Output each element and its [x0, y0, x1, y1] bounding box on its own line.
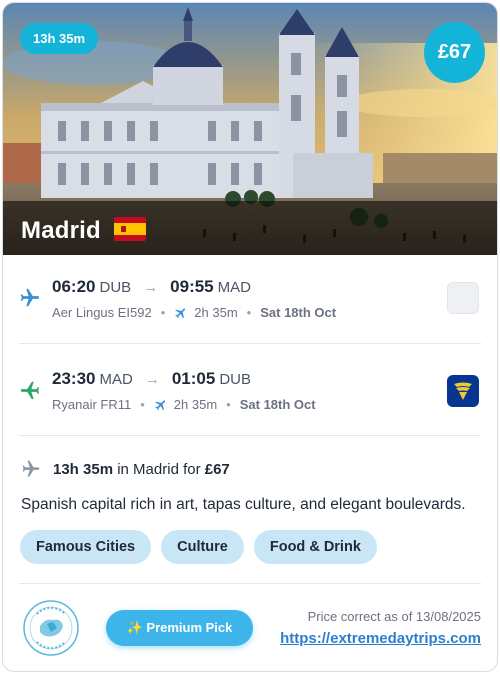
flight-meta: Aer Lingus EI592 • 2h 35m • Sat 18th Oct [52, 305, 336, 320]
flight-duration-icon [175, 307, 186, 318]
flight-date: Sat 18th Oct [260, 305, 337, 320]
tag-culture[interactable]: Culture [161, 530, 244, 564]
flight-meta: Ryanair FR11 • 2h 35m • Sat 18th Oct [52, 397, 316, 412]
flight-times: 06:20 DUB → 09:55 MAD [52, 277, 251, 297]
separator-dot: • [226, 397, 231, 412]
divider [19, 583, 481, 584]
flight-date: Sat 18th Oct [239, 397, 316, 412]
airline-flight-number: Ryanair FR11 [52, 397, 132, 412]
divider [19, 343, 481, 344]
spain-flag-icon [114, 217, 146, 241]
flight-times: 23:30 MAD → 01:05 DUB [52, 369, 251, 389]
departure-time: 23:30 [52, 369, 96, 388]
departure-airport: MAD [99, 371, 133, 388]
stay-duration: 13h 35m [53, 460, 114, 478]
aer-lingus-logo-placeholder [447, 282, 479, 314]
separator-dot: • [246, 305, 252, 320]
arrow-icon: → [143, 279, 159, 296]
trip-card[interactable]: 13h 35m £67 Madrid 06:20 DUB → 09:55 MAD Aer… [2, 2, 498, 672]
ryanair-logo-icon [447, 375, 479, 407]
stay-price: £67 [204, 460, 230, 478]
return-flight-row[interactable]: 23:30 MAD → 01:05 DUB Ryanair FR11 • 2h 35m … [3, 347, 497, 439]
flight-duration: 2h 35m [194, 305, 238, 320]
divider [19, 435, 481, 436]
airplane-icon [20, 381, 40, 400]
airplane-icon [22, 460, 40, 477]
arrival-airport: MAD [217, 279, 251, 296]
airline-flight-number: Aer Lingus EI592 [52, 305, 152, 320]
premium-pick-button[interactable]: ✨ Premium Pick [106, 610, 253, 646]
stay-summary: 13h 35m in Madrid for £67 [21, 459, 230, 479]
price-note: Price correct as of 13/08/2025 [307, 609, 481, 624]
departure-airport: DUB [99, 279, 132, 296]
departure-time: 06:20 [52, 277, 96, 296]
airplane-icon [20, 288, 40, 307]
separator-dot: • [160, 305, 166, 320]
website-link[interactable]: https://extremedaytrips.com [280, 630, 481, 647]
trip-duration-badge: 13h 35m [20, 23, 99, 54]
arrow-icon: → [144, 371, 160, 388]
extreme-day-trips-logo[interactable] [23, 600, 79, 656]
separator-dot: • [140, 397, 145, 412]
arrival-time: 01:05 [171, 369, 216, 388]
city-name: Madrid [21, 217, 101, 244]
tag-food-drink[interactable]: Food & Drink [253, 530, 377, 564]
hero-image: 13h 35m £67 Madrid [3, 3, 497, 255]
destination-description: Spanish capital rich in art, tapas cultu… [21, 496, 466, 513]
tag-famous-cities[interactable]: Famous Cities [20, 530, 152, 564]
stay-location-text: in Madrid for [113, 460, 205, 478]
outbound-flight-row[interactable]: 06:20 DUB → 09:55 MAD Aer Lingus EI592 • 2h … [3, 255, 497, 347]
tag-list: Famous Cities Culture Food & Drink [20, 530, 377, 564]
arrival-time: 09:55 [170, 277, 214, 296]
flight-duration: 2h 35m [173, 397, 218, 412]
price-badge: £67 [424, 22, 485, 83]
arrival-airport: DUB [219, 371, 251, 388]
flight-duration-icon [155, 399, 165, 410]
